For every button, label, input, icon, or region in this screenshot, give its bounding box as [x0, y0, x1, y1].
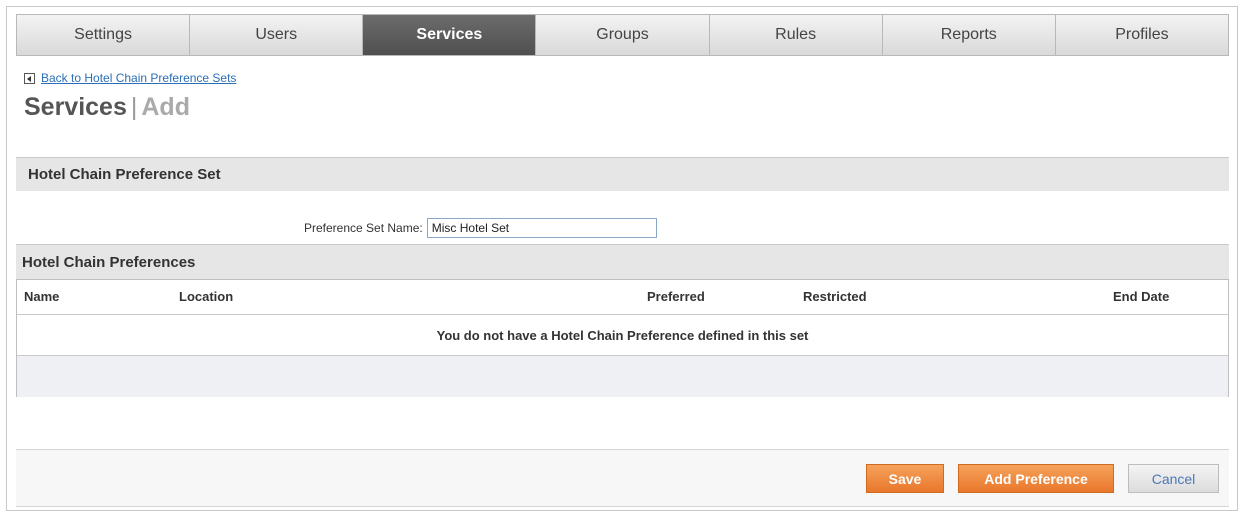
table-blank-row	[17, 356, 1228, 397]
column-header-end-date[interactable]: End Date	[1113, 289, 1169, 304]
cancel-button[interactable]: Cancel	[1128, 464, 1219, 493]
add-preference-button[interactable]: Add Preference	[958, 464, 1114, 493]
preferences-table: Name Location Preferred Restricted End D…	[16, 279, 1229, 397]
section-title: Hotel Chain Preference Set	[28, 166, 221, 183]
page-title: Services | Add	[24, 93, 190, 122]
tab-settings[interactable]: Settings	[17, 15, 191, 55]
page-title-main: Services	[24, 93, 127, 121]
page-title-separator: |	[130, 93, 138, 121]
preference-set-name-label: Preference Set Name:	[304, 221, 423, 235]
empty-message: You do not have a Hotel Chain Preference…	[436, 327, 809, 343]
section-header-preferences: Hotel Chain Preferences	[16, 244, 1229, 279]
back-link-label: Back to Hotel Chain Preference Sets	[41, 71, 237, 85]
section-title: Hotel Chain Preferences	[22, 253, 196, 271]
table-header: Name Location Preferred Restricted End D…	[17, 280, 1228, 315]
tab-groups[interactable]: Groups	[536, 15, 710, 55]
tab-profiles[interactable]: Profiles	[1055, 15, 1228, 55]
empty-message-row: You do not have a Hotel Chain Preference…	[17, 315, 1228, 356]
preference-set-name-input[interactable]	[426, 218, 657, 238]
tab-reports[interactable]: Reports	[882, 15, 1056, 55]
main-tab-bar: Settings Users Services Groups Rules Rep…	[16, 14, 1229, 56]
tab-users[interactable]: Users	[190, 15, 364, 55]
column-header-preferred[interactable]: Preferred	[647, 289, 705, 304]
back-arrow-icon	[24, 72, 35, 84]
back-link[interactable]: Back to Hotel Chain Preference Sets	[24, 71, 236, 85]
page-title-sub: Add	[141, 93, 190, 121]
preference-set-name-row: Preference Set Name:	[304, 218, 657, 238]
column-header-restricted[interactable]: Restricted	[803, 289, 867, 304]
section-header-preference-set: Hotel Chain Preference Set	[16, 157, 1229, 191]
tab-rules[interactable]: Rules	[709, 15, 883, 55]
save-button[interactable]: Save	[866, 464, 944, 493]
column-header-name[interactable]: Name	[24, 289, 59, 304]
column-header-location[interactable]: Location	[179, 289, 233, 304]
tab-services[interactable]: Services	[363, 15, 537, 55]
